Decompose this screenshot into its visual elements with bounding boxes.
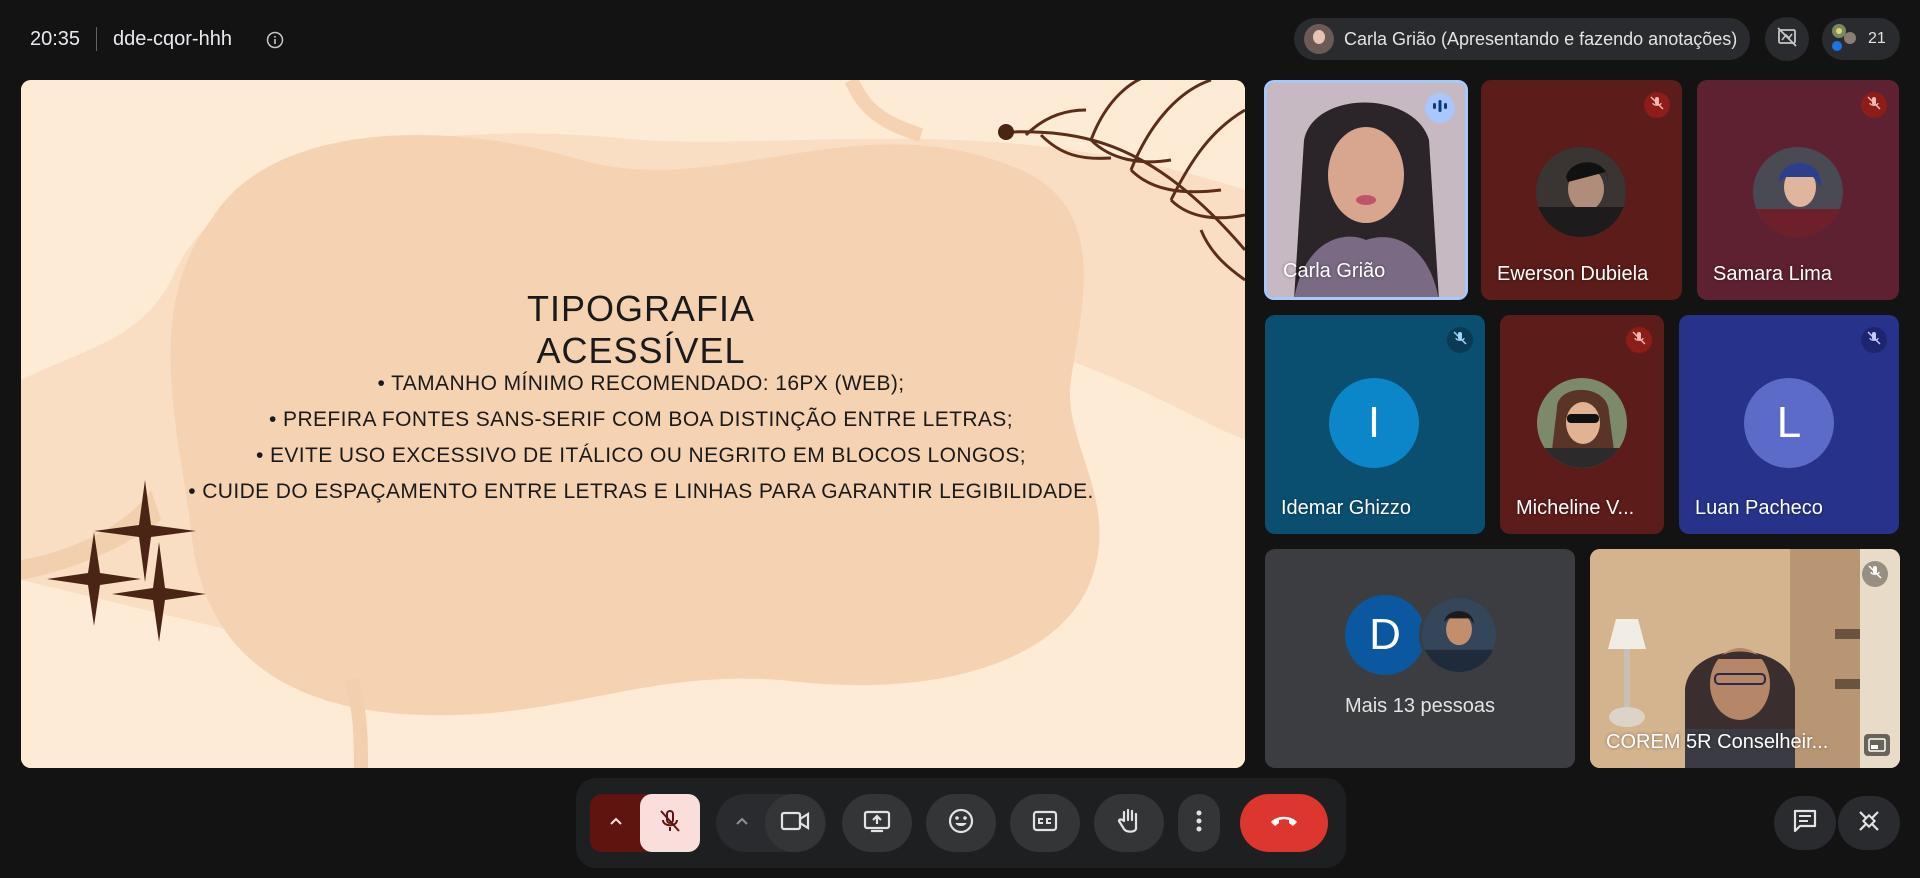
participant-name: COREM 5R Conselheir... [1606, 731, 1829, 753]
call-controls [576, 778, 1346, 868]
participant-name: Ewerson Dubiela [1497, 263, 1649, 285]
more-participants-tile[interactable]: D Mais 13 pessoas [1265, 549, 1575, 768]
picture-in-picture-icon[interactable] [1864, 734, 1890, 756]
top-bar: 20:35 dde-cqor-hhh Carla Grião (Apresent… [0, 0, 1920, 80]
mic-off-icon [1649, 95, 1665, 116]
info-icon[interactable] [266, 31, 284, 49]
slide-bullets: • TAMANHO MÍNIMO RECOMENDADO: 16PX (WEB)… [121, 366, 1161, 510]
avatar [1304, 24, 1334, 54]
participant-name: Samara Lima [1713, 263, 1832, 285]
mic-off-icon [1866, 330, 1882, 351]
more-participants-label: Mais 13 pessoas [1344, 695, 1496, 717]
slide-bullet: • CUIDE DO ESPAÇAMENTO ENTRE LETRAS E LI… [188, 480, 1094, 503]
draw-off-icon [1775, 25, 1799, 54]
slide-bullet: • EVITE USO EXCESSIVO DE ITÁLICO OU NEGR… [255, 444, 1027, 467]
participant-tile-ewerson[interactable]: Ewerson Dubiela [1481, 80, 1682, 300]
camera-toggle-button[interactable] [765, 794, 825, 852]
chevron-up-icon [734, 813, 750, 834]
participant-name: Micheline V... [1516, 497, 1635, 519]
participant-tile-carla[interactable]: Carla Grião [1264, 80, 1468, 300]
avatar: I [1329, 378, 1419, 468]
participants-button[interactable]: 21 [1822, 18, 1900, 60]
mute-badge [1861, 327, 1887, 353]
raise-hand-button[interactable] [1094, 794, 1164, 852]
participant-name: Carla Grião [1283, 260, 1386, 282]
mic-off-icon [1452, 330, 1468, 351]
participant-tile-luan[interactable]: L Luan Pacheco [1679, 315, 1899, 534]
leave-call-button[interactable] [1240, 794, 1328, 852]
avatar [1536, 147, 1626, 237]
mute-badge [1626, 327, 1652, 353]
presentation-stage: TIPOGRAFIA ACESSÍVEL • TAMANHO MÍNIMO RE… [21, 80, 1245, 768]
speaking-indicator [1425, 93, 1455, 123]
avatar [1537, 378, 1627, 468]
avatar [1753, 147, 1843, 237]
participant-tile-samara[interactable]: Samara Lima [1697, 80, 1899, 300]
captions-button[interactable] [1010, 794, 1080, 852]
mic-off-icon [1631, 330, 1647, 351]
mic-off-icon [1867, 564, 1883, 585]
raise-hand-icon [1116, 807, 1142, 840]
mute-badge [1862, 561, 1888, 587]
participant-count: 21 [1868, 30, 1886, 47]
no-annotations-button[interactable] [1765, 17, 1809, 61]
meeting-code: dde-cqor-hhh [113, 28, 232, 50]
camera-options-button[interactable] [716, 794, 768, 852]
slide-bullet: • TAMANHO MÍNIMO RECOMENDADO: 16PX (WEB)… [377, 372, 905, 395]
closed-caption-icon [1032, 810, 1058, 837]
avatar [1419, 595, 1499, 675]
participant-name: Luan Pacheco [1695, 497, 1823, 519]
emoji-icon [948, 808, 974, 839]
videocam-icon [780, 810, 810, 837]
mic-off-icon [1866, 95, 1882, 116]
call-end-icon [1269, 814, 1299, 833]
mic-options-button[interactable] [590, 794, 642, 852]
slide-title: TIPOGRAFIA ACESSÍVEL [526, 288, 756, 371]
avatar: L [1744, 378, 1834, 468]
activities-icon [1856, 808, 1882, 839]
divider [96, 27, 97, 51]
participant-tile-micheline[interactable]: Micheline V... [1500, 315, 1664, 534]
audio-wave-icon [1432, 99, 1448, 118]
chevron-up-icon [608, 813, 624, 834]
mute-badge [1447, 327, 1473, 353]
present-to-all-icon [863, 809, 891, 838]
slide-bullet: • PREFIRA FONTES SANS-SERIF COM BOA DIST… [269, 408, 1013, 431]
mic-off-icon [657, 808, 683, 839]
participant-tile-corem[interactable]: COREM 5R Conselheir... [1590, 549, 1900, 768]
presenter-chip[interactable]: Carla Grião (Apresentando e fazendo anot… [1294, 18, 1750, 60]
more-vert-icon [1196, 810, 1202, 837]
present-button[interactable] [842, 794, 912, 852]
mute-badge [1644, 92, 1670, 118]
participant-name: Idemar Ghizzo [1281, 497, 1412, 519]
more-options-button[interactable] [1178, 794, 1220, 852]
participants-avatars-icon [1828, 21, 1862, 58]
mute-badge [1861, 92, 1887, 118]
reactions-button[interactable] [926, 794, 996, 852]
clock: 20:35 [30, 28, 81, 50]
chat-button[interactable] [1774, 796, 1836, 850]
avatar: D [1345, 595, 1425, 675]
participant-tile-idemar[interactable]: I Idemar Ghizzo [1265, 315, 1485, 534]
chat-icon [1792, 808, 1818, 839]
activities-button[interactable] [1838, 796, 1900, 850]
presenter-label: Carla Grião (Apresentando e fazendo anot… [1344, 28, 1738, 49]
mic-toggle-button[interactable] [640, 794, 700, 852]
